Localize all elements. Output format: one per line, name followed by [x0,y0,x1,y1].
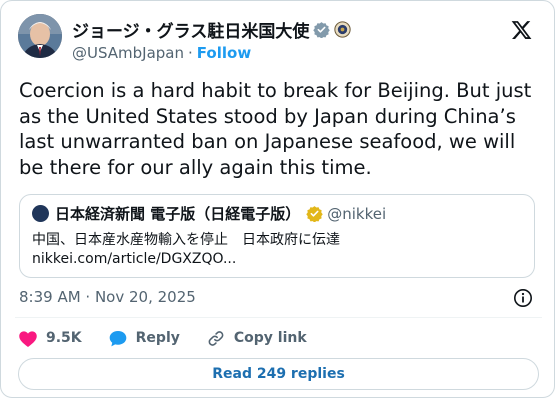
quoted-source-name: 日本経済新聞 電子版（日経電子版） [55,205,301,223]
quoted-source-handle: @nikkei [327,204,387,223]
nikkei-logo-icon [32,205,49,222]
quoted-post[interactable]: 日本経済新聞 電子版（日経電子版） @nikkei 中国、日本産水産物輸入を停止… [19,194,535,278]
copy-link-button[interactable]: Copy link [206,329,307,348]
follow-button[interactable]: Follow [197,44,251,62]
verified-badge-icon [313,21,331,39]
link-icon [208,330,224,346]
like-count: 9.5K [46,330,82,346]
reply-label: Reply [135,330,180,346]
read-replies-label: Read 249 replies [212,366,345,382]
copy-link-label: Copy link [233,330,307,346]
government-seal-icon [334,21,351,38]
post-card: ジョージ・グラス駐日米国大使 @USAmbJapan · Follow Coerci… [0,0,555,398]
quoted-post-header: 日本経済新聞 電子版（日経電子版） @nikkei [32,203,386,224]
x-logo-icon[interactable] [510,19,533,41]
author-name-row[interactable]: ジョージ・グラス駐日米国大使 [72,17,351,42]
author-handle[interactable]: @USAmbJapan [72,44,184,62]
info-icon[interactable] [513,288,533,308]
avatar[interactable] [18,14,62,58]
post-text: Coercion is a hard habit to break for Be… [19,79,532,179]
divider [15,317,542,318]
gold-verified-badge-icon [306,205,323,223]
post-timestamp[interactable]: 8:39 AM · Nov 20, 2025 [19,288,196,306]
like-button[interactable]: 9.5K [18,329,82,348]
quoted-link[interactable]: nikkei.com/article/DGXZQO... [32,251,236,267]
action-bar: 9.5K Reply Copy link [18,327,333,349]
quoted-headline: 中国、日本産水産物輸入を停止 日本政府に伝達 [32,232,340,248]
speech-bubble-icon [109,330,126,346]
heart-icon [19,330,37,347]
reply-button[interactable]: Reply [108,329,180,348]
separator-dot: · [188,44,193,62]
handle-row: @USAmbJapan · Follow [72,44,251,62]
read-replies-button[interactable]: Read 249 replies [18,358,539,390]
author-display-name[interactable]: ジョージ・グラス駐日米国大使 [72,17,309,42]
